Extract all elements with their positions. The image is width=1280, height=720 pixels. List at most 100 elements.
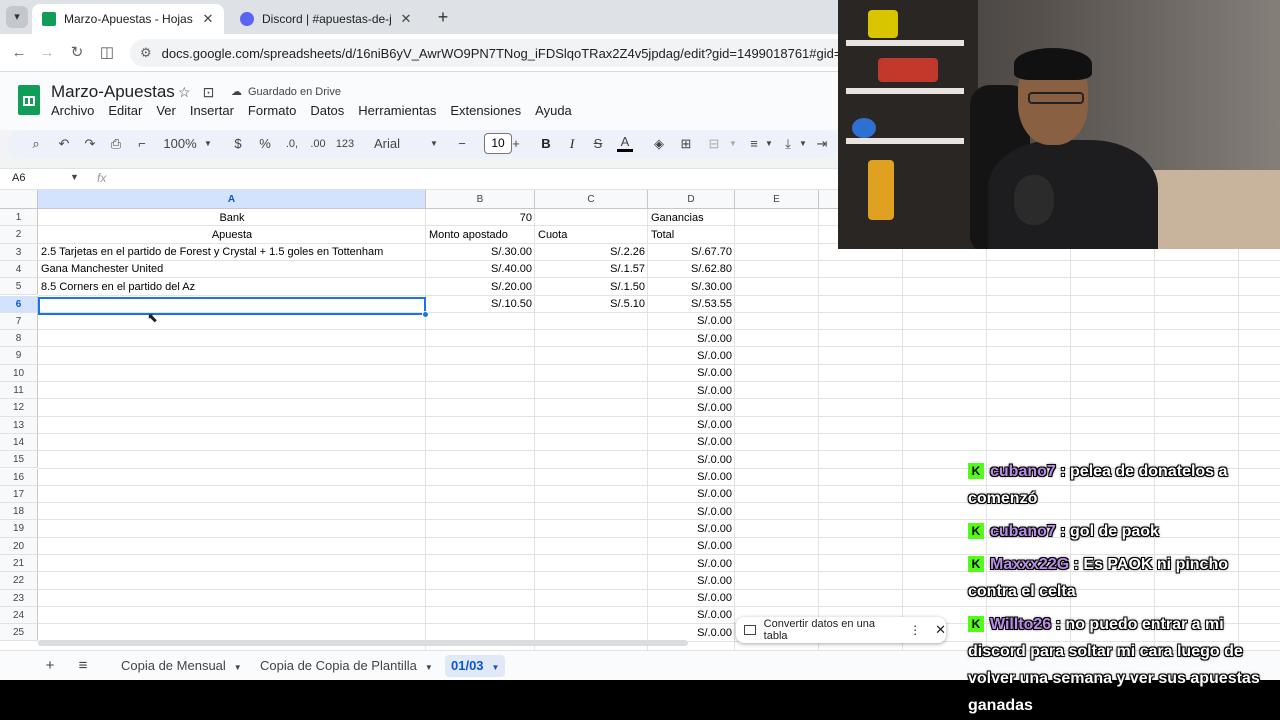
italic-button[interactable]: I bbox=[565, 134, 579, 154]
cell-b15[interactable] bbox=[426, 452, 535, 469]
cell-c7[interactable] bbox=[535, 313, 648, 330]
cell-b11[interactable] bbox=[426, 383, 535, 400]
chevron-down-icon[interactable]: ▼ bbox=[202, 134, 214, 154]
cell-c23[interactable] bbox=[535, 590, 648, 607]
document-title[interactable]: Marzo-Apuestas bbox=[51, 82, 175, 102]
more-options-icon[interactable]: ⋮ bbox=[909, 623, 921, 637]
percent-format-button[interactable]: % bbox=[258, 134, 272, 154]
row-header[interactable]: 3 bbox=[0, 243, 38, 261]
save-status[interactable]: ☁ Guardado en Drive bbox=[231, 85, 341, 99]
row-header[interactable]: 8 bbox=[0, 330, 38, 348]
cell-b21[interactable] bbox=[426, 556, 535, 573]
font-select[interactable]: Arial bbox=[374, 134, 404, 154]
cell-d12[interactable]: S/.0.00 bbox=[648, 400, 735, 417]
sheets-logo-icon[interactable] bbox=[18, 85, 40, 115]
cell-c11[interactable] bbox=[535, 383, 648, 400]
cell-c17[interactable] bbox=[535, 486, 648, 503]
move-folder-icon[interactable]: ⊡ bbox=[203, 84, 215, 101]
cell-c13[interactable] bbox=[535, 417, 648, 434]
cell-a12[interactable] bbox=[38, 400, 426, 417]
cell-b6[interactable]: S/.10.50 bbox=[426, 296, 535, 313]
chevron-down-icon[interactable]: ▼ bbox=[728, 134, 738, 154]
cell-c20[interactable] bbox=[535, 538, 648, 555]
cell-a4[interactable]: Gana Manchester United bbox=[38, 261, 426, 278]
row-header[interactable]: 4 bbox=[0, 260, 38, 279]
cell-d15[interactable]: S/.0.00 bbox=[648, 452, 735, 469]
cell-d3[interactable]: S/.67.70 bbox=[648, 244, 735, 261]
decrease-font-size-icon[interactable]: − bbox=[456, 134, 468, 154]
column-header-d[interactable]: D bbox=[648, 190, 735, 209]
search-menus-icon[interactable]: ⌕ bbox=[28, 134, 44, 154]
menu-archivo[interactable]: Archivo bbox=[51, 103, 94, 118]
chevron-down-icon[interactable]: ▼ bbox=[425, 663, 433, 672]
cell-a13[interactable] bbox=[38, 417, 426, 434]
cell-a24[interactable] bbox=[38, 607, 426, 624]
row-header[interactable]: 15 bbox=[0, 451, 38, 469]
cell-d9[interactable]: S/.0.00 bbox=[648, 348, 735, 365]
all-sheets-icon[interactable]: ≡ bbox=[73, 656, 93, 676]
cell-b13[interactable] bbox=[426, 417, 535, 434]
cell-a17[interactable] bbox=[38, 486, 426, 503]
cell-b2[interactable]: Monto apostado bbox=[426, 227, 535, 244]
row-header[interactable]: 6 bbox=[0, 295, 38, 313]
cell-a3[interactable]: 2.5 Tarjetas en el partido de Forest y C… bbox=[38, 244, 426, 261]
cell-d19[interactable]: S/.0.00 bbox=[648, 521, 735, 538]
column-header-b[interactable]: B bbox=[426, 190, 535, 209]
cell-c24[interactable] bbox=[535, 607, 648, 624]
row-header[interactable]: 24 bbox=[0, 606, 38, 625]
cell-b24[interactable] bbox=[426, 607, 535, 624]
cell-c3[interactable]: S/.2.26 bbox=[535, 244, 648, 261]
chevron-down-icon[interactable]: ▼ bbox=[428, 134, 440, 154]
cell-d17[interactable]: S/.0.00 bbox=[648, 486, 735, 503]
cell-a11[interactable] bbox=[38, 383, 426, 400]
cell-b22[interactable] bbox=[426, 573, 535, 590]
font-size-input[interactable]: 10 bbox=[484, 133, 512, 154]
cell-d4[interactable]: S/.62.80 bbox=[648, 261, 735, 278]
row-header[interactable]: 23 bbox=[0, 589, 38, 607]
row-header[interactable]: 18 bbox=[0, 503, 38, 521]
convert-to-table-button[interactable]: Convertir datos en una tabla bbox=[764, 618, 897, 642]
bold-button[interactable]: B bbox=[539, 134, 553, 154]
cell-b1[interactable]: 70 bbox=[426, 210, 535, 227]
cell-b10[interactable] bbox=[426, 365, 535, 382]
cell-c8[interactable] bbox=[535, 331, 648, 348]
cell-a16[interactable] bbox=[38, 469, 426, 486]
cell-d24[interactable]: S/.0.00 bbox=[648, 607, 735, 624]
text-wrap-icon[interactable]: ⇥ bbox=[814, 134, 830, 154]
chevron-down-icon[interactable]: ▼ bbox=[798, 134, 808, 154]
menu-editar[interactable]: Editar bbox=[108, 103, 142, 118]
cell-d16[interactable]: S/.0.00 bbox=[648, 469, 735, 486]
row-header[interactable]: 13 bbox=[0, 416, 38, 434]
row-header[interactable]: 19 bbox=[0, 520, 38, 538]
borders-icon[interactable]: ⊞ bbox=[678, 134, 694, 154]
cell-d6[interactable]: S/.53.55 bbox=[648, 296, 735, 313]
fill-handle[interactable] bbox=[422, 311, 429, 318]
cell-a22[interactable] bbox=[38, 573, 426, 590]
cell-a2[interactable]: Apuesta bbox=[38, 227, 426, 244]
cell-c6[interactable]: S/.5.10 bbox=[535, 296, 648, 313]
select-all-corner[interactable] bbox=[0, 190, 38, 209]
cell-a19[interactable] bbox=[38, 521, 426, 538]
reload-icon[interactable]: ↻ bbox=[66, 42, 88, 64]
cell-c4[interactable]: S/.1.57 bbox=[535, 261, 648, 278]
cell-b17[interactable] bbox=[426, 486, 535, 503]
menu-ayuda[interactable]: Ayuda bbox=[535, 103, 572, 118]
cell-a8[interactable] bbox=[38, 331, 426, 348]
menu-datos[interactable]: Datos bbox=[310, 103, 344, 118]
cell-d23[interactable]: S/.0.00 bbox=[648, 590, 735, 607]
close-icon[interactable]: ✕ bbox=[935, 622, 946, 638]
fill-color-icon[interactable]: ◈ bbox=[651, 134, 667, 154]
row-header[interactable]: 7 bbox=[0, 312, 38, 331]
cell-d14[interactable]: S/.0.00 bbox=[648, 434, 735, 451]
column-header-a[interactable]: A bbox=[38, 190, 426, 209]
cell-b12[interactable] bbox=[426, 400, 535, 417]
horizontal-scrollbar[interactable] bbox=[38, 640, 688, 646]
cell-b20[interactable] bbox=[426, 538, 535, 555]
horizontal-align-icon[interactable]: ≡ bbox=[746, 134, 762, 154]
cell-a14[interactable] bbox=[38, 434, 426, 451]
cell-c15[interactable] bbox=[535, 452, 648, 469]
cell-a9[interactable] bbox=[38, 348, 426, 365]
cell-d8[interactable]: S/.0.00 bbox=[648, 331, 735, 348]
cell-d5[interactable]: S/.30.00 bbox=[648, 279, 735, 296]
increase-font-size-icon[interactable]: + bbox=[510, 134, 522, 154]
